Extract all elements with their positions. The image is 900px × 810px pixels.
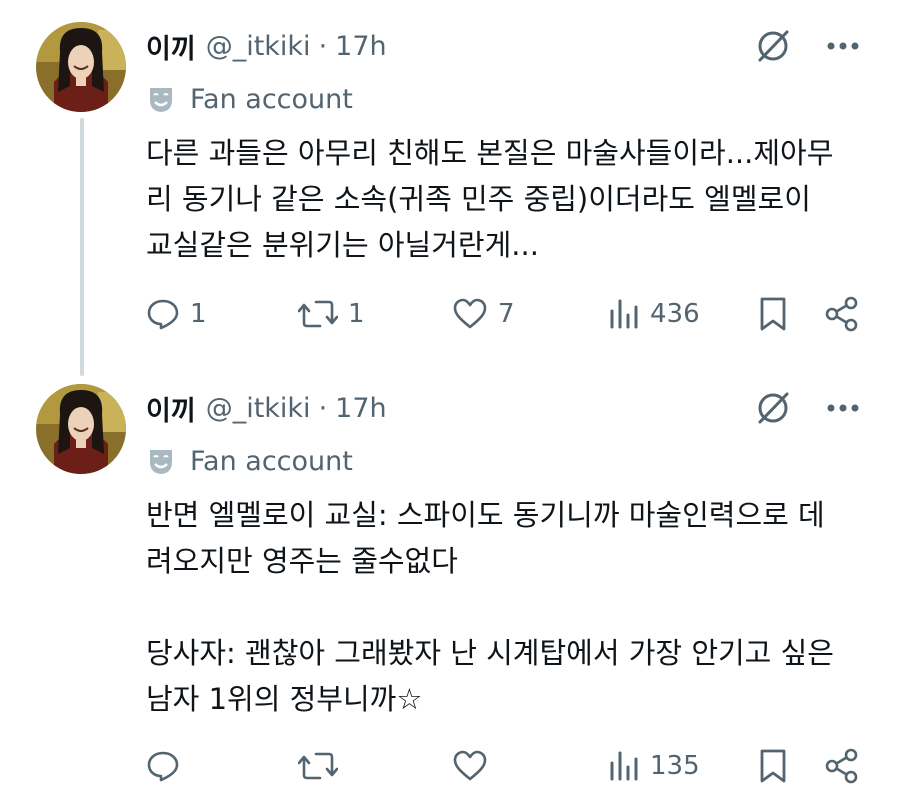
tweet-text: 반면 엘멜로이 교실: 스파이도 동기니까 마술인력으로 데 려오지만 영주는 … [146,498,834,716]
repost-button[interactable]: 1 [298,292,365,336]
bookmark-button[interactable] [758,744,788,788]
theater-mask-icon [146,446,176,476]
badge-label: Fan account [190,445,353,477]
repost-arrows-icon [298,749,338,783]
user-handle[interactable]: @_itkiki [206,393,311,424]
reply-bubble-icon [146,749,180,783]
share-icon [824,748,860,784]
repost-arrows-icon [298,297,338,331]
views-bars-icon [608,749,640,783]
bookmark-button[interactable] [758,292,788,336]
display-name[interactable]: 이끼 [146,389,196,428]
grok-slash-icon[interactable] [754,389,792,427]
view-count: 135 [650,751,700,781]
bookmark-icon [758,748,788,784]
grok-slash-icon[interactable] [754,27,792,65]
timestamp[interactable]: 17h [335,31,386,62]
reply-button[interactable]: 1 [146,292,207,336]
reply-bubble-icon [146,297,180,331]
avatar[interactable] [36,384,126,474]
bookmark-icon [758,296,788,332]
separator-dot: · [318,392,328,424]
separator-dot: · [318,30,328,62]
repost-button[interactable] [298,744,348,788]
repost-count: 1 [348,299,365,329]
more-dots-icon[interactable] [826,41,860,51]
view-count: 436 [650,299,700,329]
views-button[interactable]: 436 [608,292,700,336]
like-count: 7 [498,299,515,329]
like-button[interactable]: 7 [452,292,515,336]
more-dots-icon[interactable] [826,403,860,413]
share-icon [824,296,860,332]
like-button[interactable] [452,744,498,788]
heart-icon [452,749,488,783]
reply-count: 1 [190,299,207,329]
user-handle[interactable]: @_itkiki [206,31,311,62]
avatar[interactable] [36,22,126,112]
display-name[interactable]: 이끼 [146,27,196,66]
views-button[interactable]: 135 [608,744,700,788]
tweet-text: 다른 과들은 아무리 친해도 본질은 마술사들이라...제아무 리 동기나 같은… [146,136,834,262]
theater-mask-icon [146,84,176,114]
heart-icon [452,297,488,331]
thread-connector-line [80,118,84,376]
views-bars-icon [608,297,640,331]
share-button[interactable] [824,744,860,788]
share-button[interactable] [824,292,860,336]
timestamp[interactable]: 17h [335,393,386,424]
reply-button[interactable] [146,744,190,788]
badge-label: Fan account [190,83,353,115]
